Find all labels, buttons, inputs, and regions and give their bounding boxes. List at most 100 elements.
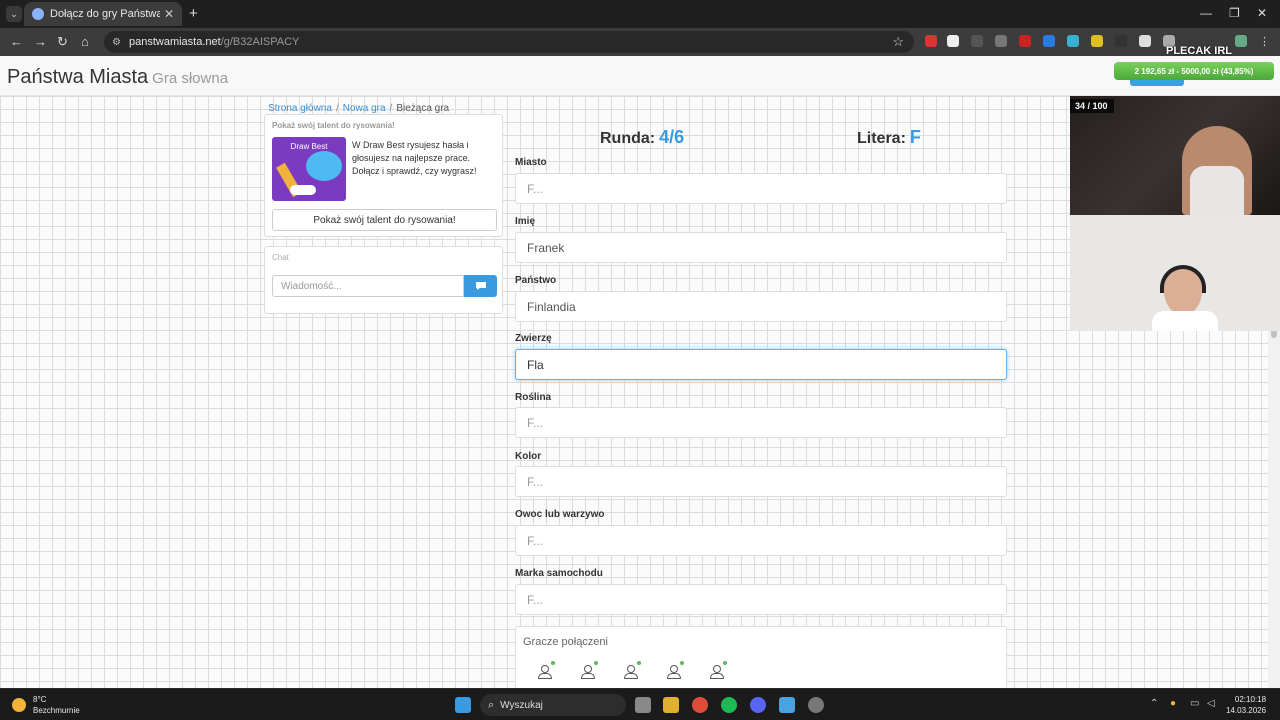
site-brand[interactable]: Państwa Miasta Gra słowna	[7, 66, 228, 89]
extension-icon[interactable]	[1091, 35, 1103, 47]
windows-taskbar: 8°C Bezchmurnie ⌕ Wyszukaj ⌃ ● ▭ ◁ 02:10:1…	[0, 688, 1280, 720]
close-tab-icon[interactable]: ✕	[164, 7, 174, 21]
field-marka-samochodu[interactable]: F...	[515, 584, 1007, 615]
chat-panel: Chat Wiadomość...	[264, 246, 503, 314]
player-avatar-icon	[534, 661, 556, 683]
forward-button[interactable]: →	[34, 34, 47, 49]
viewer-counter: 34 / 100	[1070, 99, 1114, 113]
taskbar-search[interactable]: ⌕ Wyszukaj	[480, 694, 626, 716]
field-panstwo[interactable]: Finlandia	[515, 291, 1007, 322]
weather-condition: Bezchmurnie	[33, 706, 80, 715]
bookmark-star-icon[interactable]: ☆	[892, 34, 904, 50]
weather-widget[interactable]: 8°C Bezchmurnie	[12, 694, 80, 716]
donation-goal-bar: 2 192,65 zł - 5000,00 zł (43,85%)	[1114, 62, 1274, 80]
notepad-icon[interactable]	[779, 697, 795, 713]
reload-button[interactable]: ↻	[57, 34, 68, 50]
field-label-zwierze: Zwierzę	[515, 333, 552, 344]
tray-chevron-icon[interactable]: ⌃	[1150, 698, 1158, 709]
letter-value: F	[909, 127, 921, 147]
online-status-dot	[551, 661, 555, 665]
search-icon: ⌕	[488, 698, 495, 711]
url-path: /g/B32AISPACY	[220, 36, 300, 48]
obs-icon[interactable]	[808, 697, 824, 713]
field-label-marka-samochodu: Marka samochodu	[515, 568, 603, 579]
webcam-overlay-bottom	[1070, 215, 1280, 331]
browser-menu-icon[interactable]: ⋮	[1259, 35, 1271, 48]
search-label: Wyszukaj	[500, 699, 543, 711]
promo-title: Pokaż swój talent do rysowania!	[272, 121, 395, 130]
brand-subtitle: Gra słowna	[152, 70, 229, 87]
microphone-icon[interactable]: ●	[1170, 698, 1176, 709]
globe-icon	[32, 8, 44, 20]
extension-icon[interactable]	[1139, 35, 1151, 47]
chat-bubble-icon	[475, 282, 486, 290]
chat-message-input[interactable]: Wiadomość...	[272, 275, 464, 297]
field-owoc-warzywo[interactable]: F...	[515, 525, 1007, 556]
system-clock[interactable]: 02:10:18 14.03.2026	[1226, 694, 1266, 716]
extension-icon[interactable]	[995, 35, 1007, 47]
tab-title: Dołącz do gry Państwa Miasta	[50, 8, 160, 20]
extension-icon[interactable]	[947, 35, 959, 47]
field-roslina[interactable]: F...	[515, 407, 1007, 438]
task-view-icon[interactable]	[635, 697, 651, 713]
network-icon[interactable]: ▭	[1190, 698, 1199, 709]
field-label-miasto: Miasto	[515, 157, 547, 168]
player-avatar-icon	[620, 661, 642, 683]
minimize-button[interactable]: —	[1200, 6, 1212, 20]
extension-icon[interactable]	[1043, 35, 1055, 47]
extension-icon[interactable]	[1019, 35, 1031, 47]
chat-send-button[interactable]	[464, 275, 497, 297]
field-zwierze[interactable]: Fla	[515, 349, 1007, 380]
chat-title: Chat	[272, 253, 289, 262]
site-navbar: Państwa Miasta Gra słowna	[0, 56, 1280, 96]
field-kolor[interactable]: F...	[515, 466, 1007, 497]
maximize-button[interactable]: ❐	[1229, 6, 1240, 20]
field-label-kolor: Kolor	[515, 451, 542, 462]
temperature: 8°C	[33, 695, 47, 704]
round-value: 4/6	[659, 127, 685, 147]
back-button[interactable]: ←	[10, 34, 23, 49]
breadcrumb: Strona główna / Nowa gra / Bieżąca gra	[268, 103, 450, 114]
online-status-dot	[723, 661, 727, 665]
extension-icon[interactable]	[971, 35, 983, 47]
draw-talent-button[interactable]: Pokaż swój talent do rysowania!	[272, 209, 497, 231]
site-info-icon[interactable]: ⚙	[112, 37, 121, 48]
url-field[interactable]: ⚙ panstwamiasta.net /g/B32AISPACY ☆	[104, 31, 914, 53]
players-title: Gracze połączeni	[523, 636, 608, 648]
round-indicator: Runda: 4/6	[600, 127, 684, 148]
extension-icon[interactable]	[1115, 35, 1127, 47]
home-icon[interactable]: ⌂	[81, 34, 89, 49]
online-status-dot	[594, 661, 598, 665]
field-miasto[interactable]: F...	[515, 173, 1007, 204]
promo-image-label: Draw Best	[290, 142, 328, 151]
tab-search-chevron-icon[interactable]: ⌄	[6, 6, 22, 22]
webcam-overlay-top: 34 / 100	[1070, 96, 1280, 215]
volume-icon[interactable]: ◁	[1207, 698, 1215, 709]
close-window-button[interactable]: ✕	[1257, 6, 1267, 20]
spotify-icon[interactable]	[721, 697, 737, 713]
connected-players-panel: Gracze połączeni	[515, 626, 1007, 688]
navbar-button[interactable]	[1130, 80, 1184, 86]
online-status-dot	[637, 661, 641, 665]
field-label-panstwo: Państwo	[515, 275, 557, 286]
breadcrumb-new-game-link[interactable]: Nowa gra	[343, 103, 386, 114]
start-button-icon[interactable]	[455, 697, 471, 713]
profile-avatar[interactable]	[1235, 35, 1247, 47]
extension-icon[interactable]	[925, 35, 937, 47]
discord-icon[interactable]	[750, 697, 766, 713]
clock-date: 14.03.2026	[1226, 706, 1267, 715]
breadcrumb-home-link[interactable]: Strona główna	[268, 103, 332, 114]
promo-text: W Draw Best rysujesz hasła i głosujesz n…	[352, 140, 477, 176]
browser-tab[interactable]: Dołącz do gry Państwa Miasta ✕	[24, 2, 182, 26]
chrome-icon[interactable]	[692, 697, 708, 713]
field-label-roslina: Roślina	[515, 392, 552, 403]
extension-icon[interactable]	[1067, 35, 1079, 47]
draw-best-image[interactable]: Draw Best	[272, 137, 346, 201]
file-explorer-icon[interactable]	[663, 697, 679, 713]
new-tab-button[interactable]: +	[189, 5, 198, 22]
field-imie[interactable]: Franek	[515, 232, 1007, 263]
breadcrumb-current: Bieżąca gra	[396, 103, 450, 114]
player-avatar-icon	[663, 661, 685, 683]
player-avatar-icon	[706, 661, 728, 683]
url-host: panstwamiasta.net	[128, 36, 221, 48]
